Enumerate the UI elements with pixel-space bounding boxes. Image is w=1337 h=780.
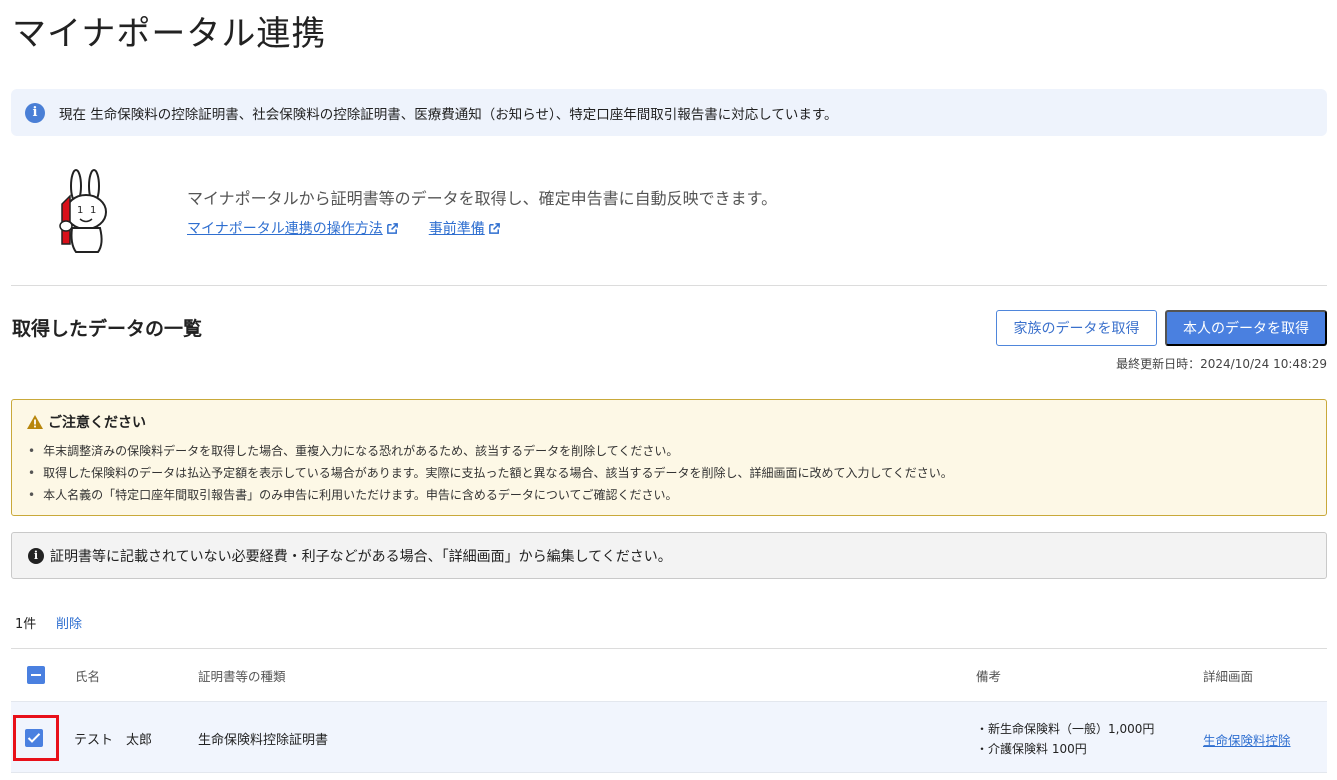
row-checkbox[interactable] [25,729,43,747]
svg-text:1: 1 [90,205,96,216]
caution-box: ご注意ください 年末調整済みの保険料データを取得した場合、重複入力になる恐れがあ… [11,399,1327,516]
page-title: マイナポータル連携 [12,14,327,54]
prep-link[interactable]: 事前準備 [429,218,501,238]
table-row: テスト 太郎 生命保険料控除証明書 ・新生命保険料（一般）1,000円 ・介護保… [11,701,1327,773]
external-link-icon [386,222,398,234]
header-note: 備考 [976,669,1002,684]
last-updated: 最終更新日時：2024/10/24 10:48:29 [1116,357,1327,371]
row-note-line: ・新生命保険料（一般）1,000円 [976,722,1155,736]
intro-description: マイナポータルから証明書等のデータを取得し、確定申告書に自動反映できます。 [187,189,778,208]
caution-item: 取得した保険料のデータは払込予定額を表示している場合があります。実際に支払った額… [26,462,1312,484]
caution-item: 年末調整済みの保険料データを取得した場合、重複入力になる恐れがあるため、該当する… [26,440,1312,462]
external-link-icon [488,222,500,234]
howto-link[interactable]: マイナポータル連携の操作方法 [187,218,399,238]
info-banner: i 現在 生命保険料の控除証明書、社会保険料の控除証明書、医療費通知（お知らせ）… [11,89,1327,136]
row-note: ・新生命保険料（一般）1,000円 ・介護保険料 100円 [976,719,1154,759]
info-banner-text: 現在 生命保険料の控除証明書、社会保険料の控除証明書、医療費通知（お知らせ）、特… [59,106,838,123]
get-family-data-button[interactable]: 家族のデータを取得 [996,310,1157,346]
header-type: 証明書等の種類 [198,669,286,684]
get-self-data-button[interactable]: 本人のデータを取得 [1165,310,1327,346]
row-note-line: ・介護保険料 100円 [976,742,1087,756]
prep-link-label: 事前準備 [428,221,485,237]
header-name: 氏名 [75,669,101,684]
section-divider [11,285,1327,286]
howto-link-label: マイナポータル連携の操作方法 [187,221,383,237]
record-count: 1件 [15,617,37,632]
info-icon: i [28,547,44,564]
list-title: 取得したデータの一覧 [12,318,203,340]
detail-link[interactable]: 生命保険料控除 [1203,730,1291,749]
header-detail: 詳細画面 [1203,669,1254,684]
caution-title: ご注意ください [48,415,146,431]
row-type: 生命保険料控除証明書 [198,733,329,748]
select-all-checkbox[interactable] [27,666,45,684]
edit-notice-text: 証明書等に記載されていない必要経費・利子などがある場合、「詳細画面」から編集して… [50,548,672,565]
table-header: 氏名 証明書等の種類 備考 詳細画面 [11,649,1327,701]
row-name: テスト 太郎 [74,733,153,748]
warning-icon [27,415,43,429]
mynumber-mascot-icon: 1 1 [59,169,107,253]
caution-item: 本人名義の「特定口座年間取引報告書」のみ申告に利用いただけます。申告に含めるデー… [26,484,1312,506]
svg-text:1: 1 [77,205,83,216]
delete-link[interactable]: 削除 [56,613,82,632]
check-icon [27,733,41,743]
edit-notice: i 証明書等に記載されていない必要経費・利子などがある場合、「詳細画面」から編集… [11,532,1327,579]
info-icon: i [25,102,45,123]
